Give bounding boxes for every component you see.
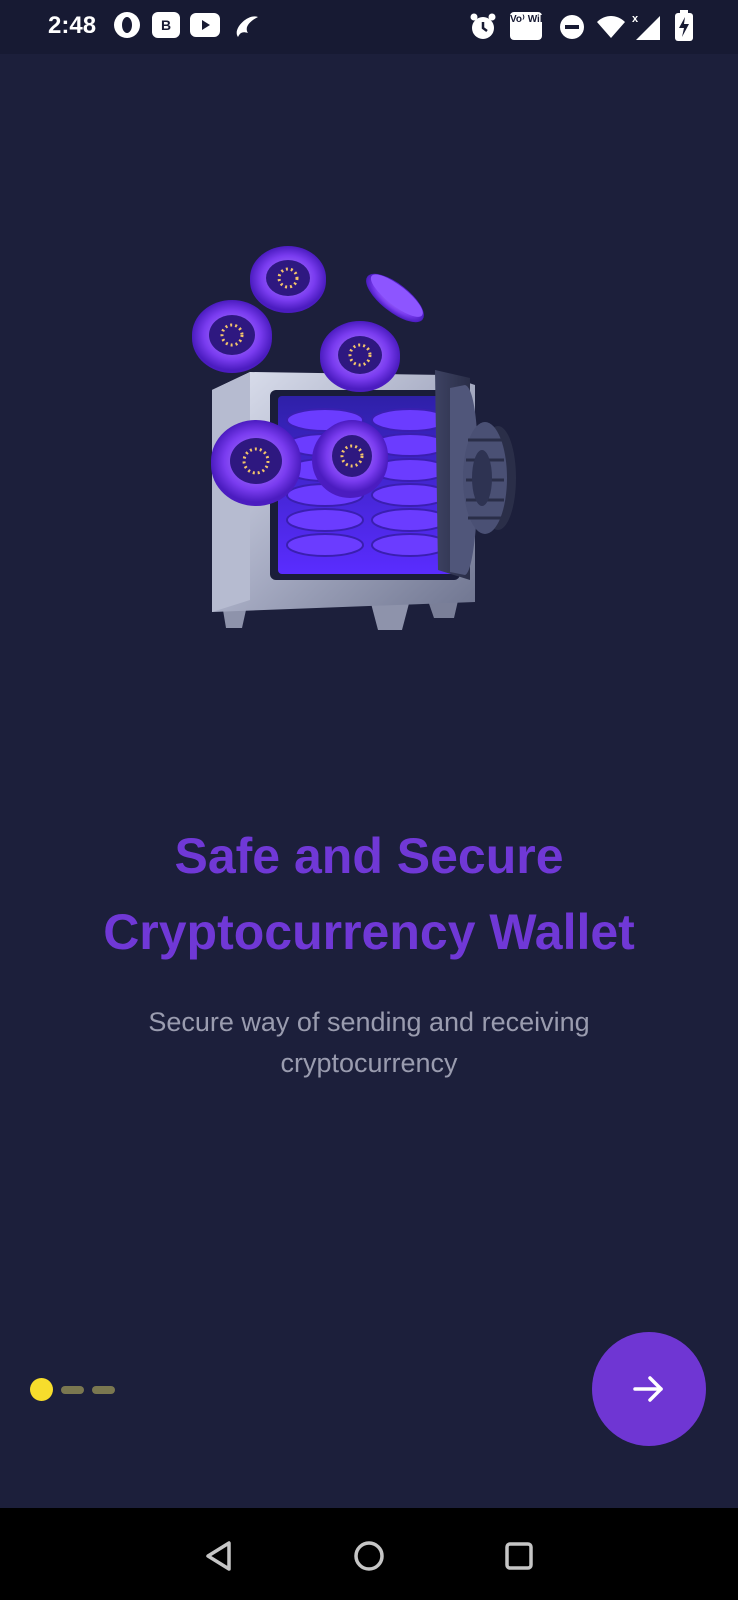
onboarding-subtitle: Secure way of sending and receiving cryp… xyxy=(148,1007,590,1078)
youtube-icon xyxy=(190,13,220,37)
recents-icon xyxy=(505,1542,533,1570)
coin xyxy=(250,246,326,313)
back-icon xyxy=(206,1541,231,1571)
recents-button[interactable] xyxy=(491,1528,547,1584)
alarm-icon xyxy=(468,12,498,47)
page-dot-active xyxy=(30,1378,53,1401)
dnd-icon xyxy=(558,13,586,46)
crypto-safe-illustration xyxy=(180,240,550,650)
onboarding-screen: 2:48 B Vo⁾ WiFi x Safe and Secure Crypto… xyxy=(0,0,738,1600)
onboarding-title: Safe and Secure Cryptocurrency Wallet xyxy=(103,828,635,960)
airtel-icon xyxy=(230,11,262,46)
arrow-right-icon xyxy=(633,1376,663,1402)
home-icon xyxy=(354,1541,384,1571)
status-bar: 2:48 B Vo⁾ WiFi x xyxy=(0,0,738,54)
wifi-icon xyxy=(596,14,626,45)
home-button[interactable] xyxy=(341,1528,397,1584)
page-dot xyxy=(61,1386,84,1394)
page-dot xyxy=(92,1386,115,1394)
next-button[interactable] xyxy=(592,1332,706,1446)
b-app-icon: B xyxy=(152,12,180,38)
back-button[interactable] xyxy=(192,1528,248,1584)
status-time: 2:48 xyxy=(48,12,97,39)
opera-icon xyxy=(114,12,140,38)
signal-icon: x xyxy=(632,12,662,47)
svg-text:x: x xyxy=(632,13,639,25)
battery-charging-icon xyxy=(674,10,694,47)
vowifi-icon: Vo⁾ WiFi xyxy=(510,12,549,40)
navigation-bar xyxy=(0,1508,738,1600)
